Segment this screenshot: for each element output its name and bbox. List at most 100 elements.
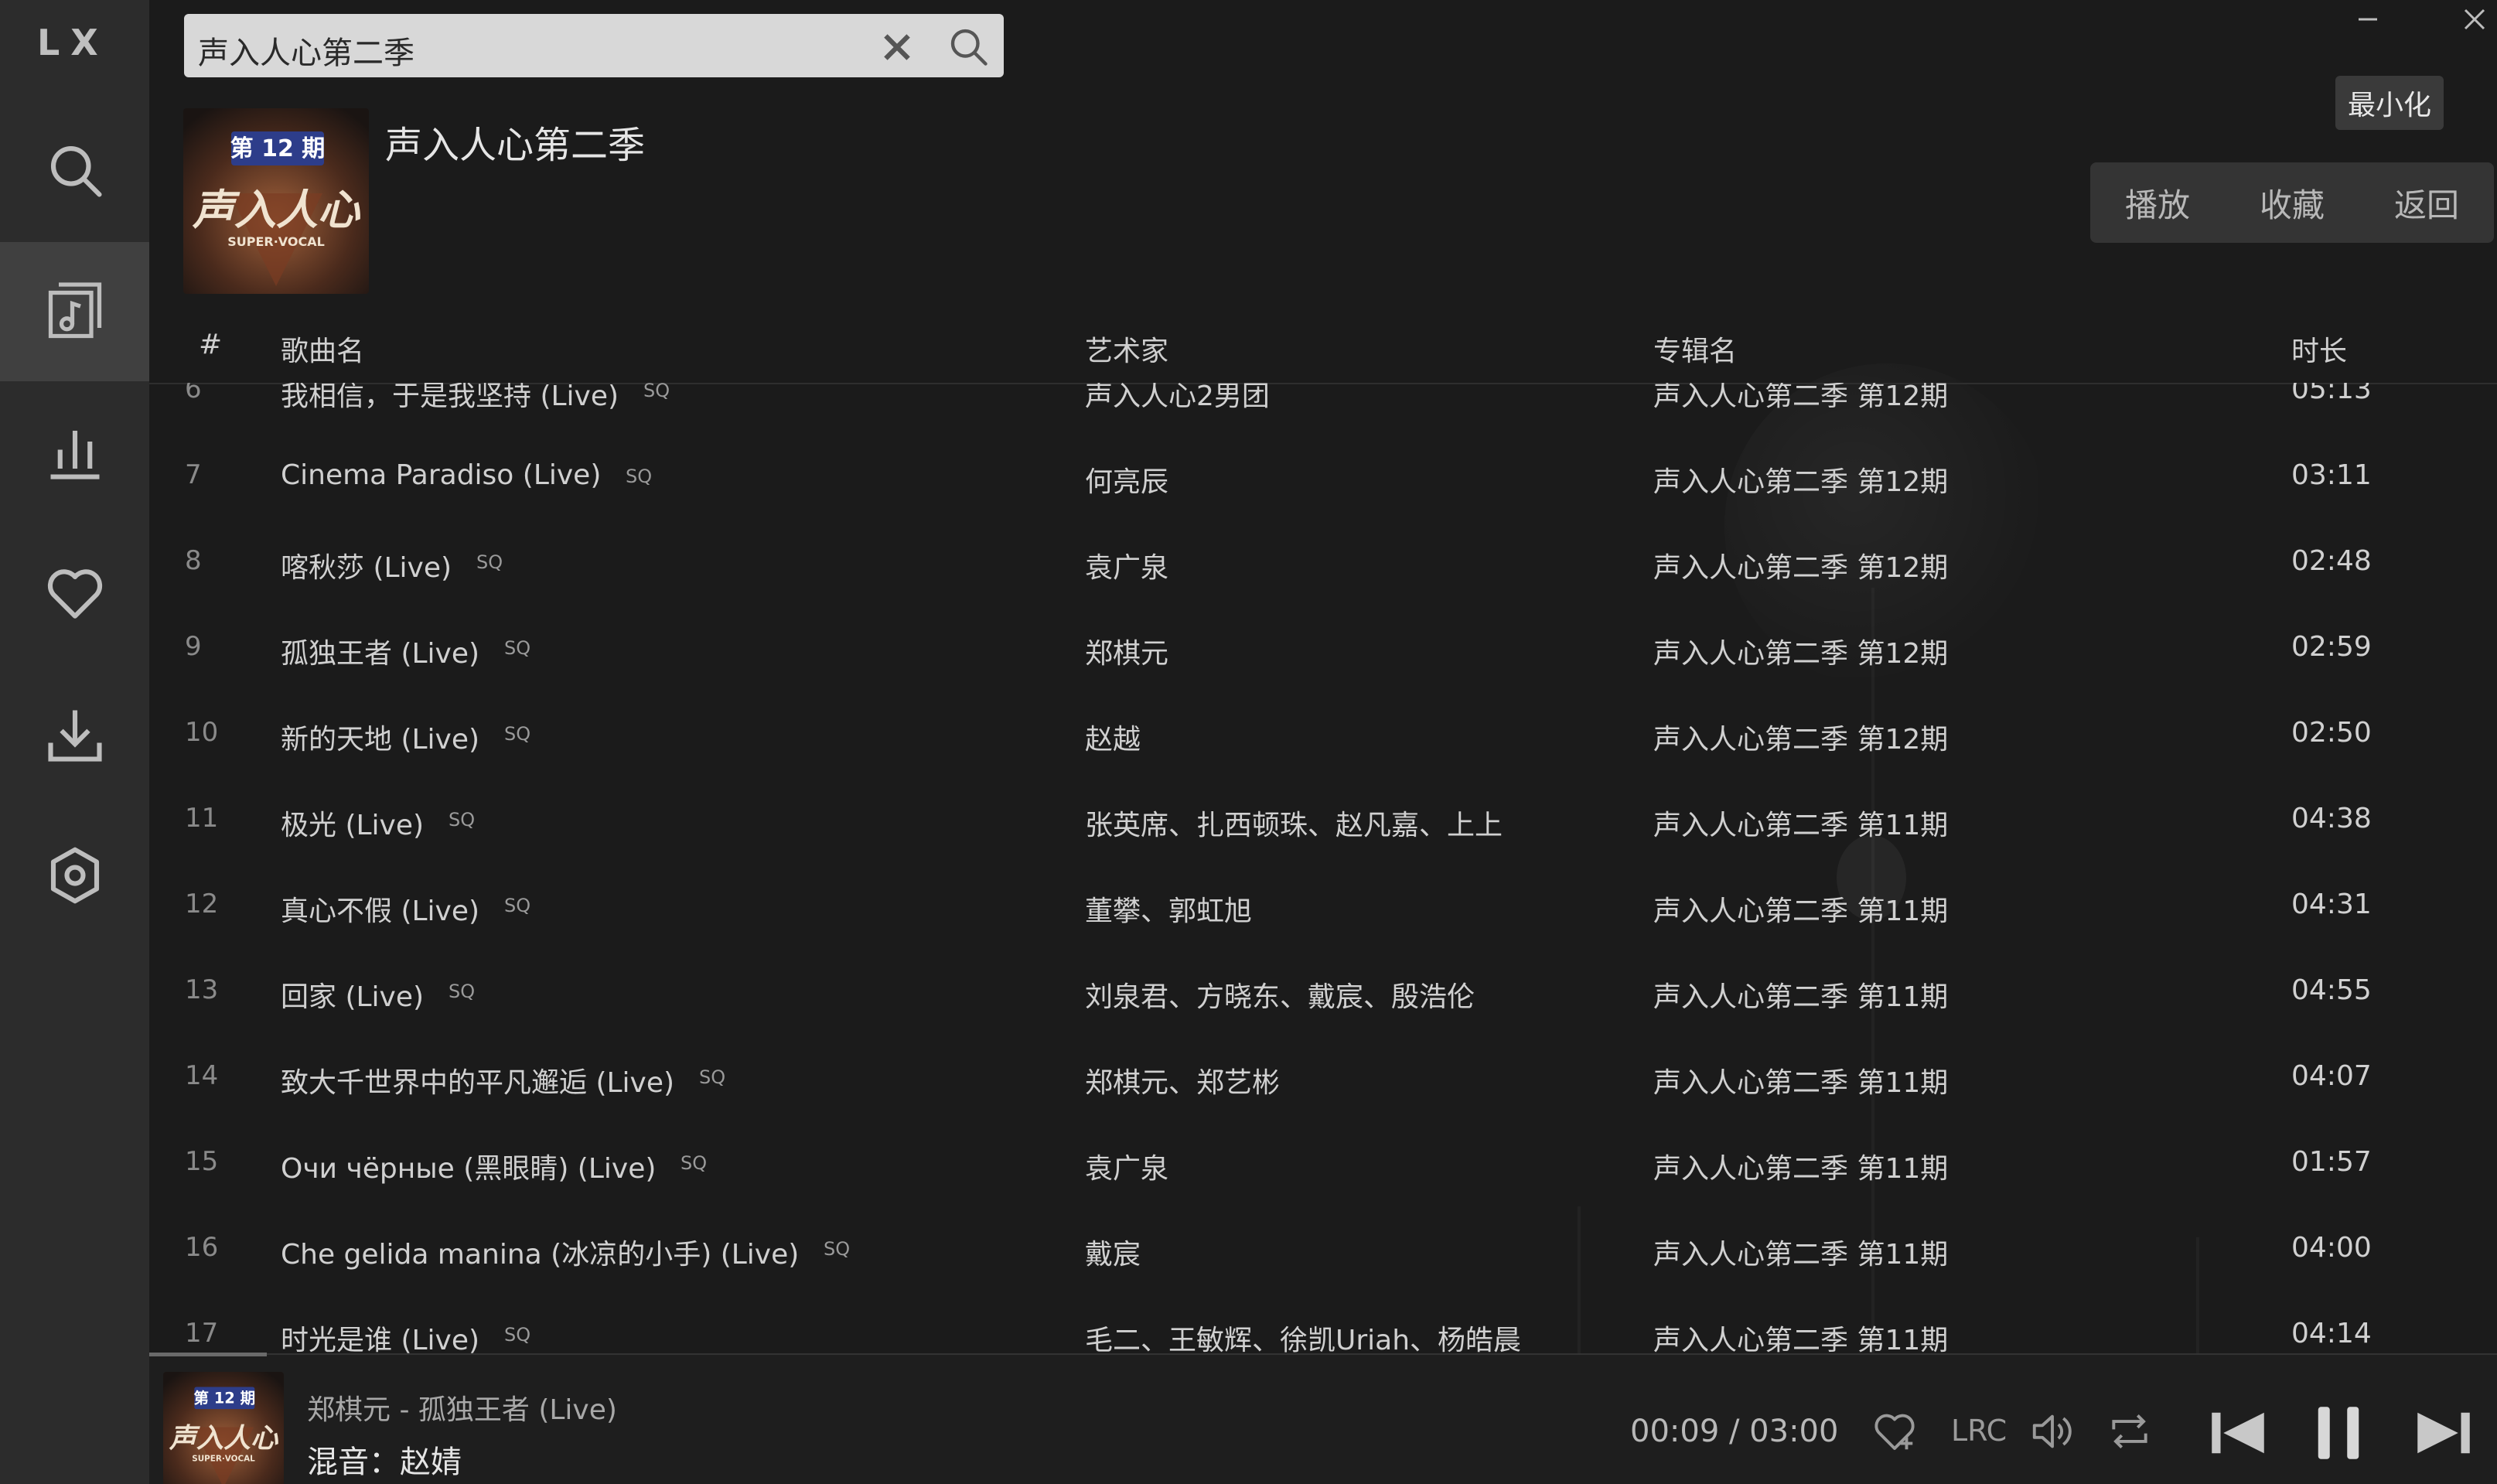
- song-album: 声入人心第二季 第11期: [1653, 810, 1949, 841]
- song-artist: 郑棋元、郑艺彬: [1085, 1067, 1281, 1099]
- search-submit-icon[interactable]: [945, 23, 991, 70]
- song-artist: 赵越: [1085, 724, 1141, 756]
- minimize-button[interactable]: [2345, 0, 2391, 39]
- table-row[interactable]: 9 孤独王者 (Live) SQ 郑棋元 声入人心第二季 第12期 02:59: [149, 609, 2497, 695]
- quality-badge: SQ: [643, 383, 670, 401]
- next-track-icon[interactable]: [2409, 1398, 2478, 1468]
- settings-icon: [50, 847, 99, 904]
- table-row[interactable]: 11 极光 (Live) SQ 张英席、扎西顿珠、赵凡嘉、上上 声入人心第二季 第11期…: [149, 781, 2497, 867]
- sidebar-item-leaderboard[interactable]: [0, 383, 149, 522]
- close-icon: [2464, 9, 2485, 30]
- song-duration: 04:55: [2291, 974, 2372, 1006]
- table-row[interactable]: 15 Очи чёрные (黑眼睛) (Live) SQ 袁广泉 声入人心第二季 第1…: [149, 1124, 2497, 1210]
- song-album: 声入人心第二季 第11期: [1653, 1067, 1949, 1099]
- app-logo: LX: [37, 22, 109, 63]
- collect-button[interactable]: 收藏: [2225, 162, 2359, 243]
- volume-icon[interactable]: [2028, 1407, 2076, 1455]
- player-cover-art: 第 12 期 声入人心 SUPER·VOCAL: [163, 1372, 284, 1484]
- table-row[interactable]: 13 回家 (Live) SQ 刘泉君、方晓东、戴宸、殷浩伦 声入人心第二季 第11期 0…: [149, 953, 2497, 1039]
- playback-progress[interactable]: [149, 1353, 267, 1356]
- row-number: 6: [185, 383, 202, 404]
- heart-icon: [47, 569, 102, 619]
- repeat-icon[interactable]: [2106, 1407, 2154, 1455]
- search-input[interactable]: 声入人心第二季: [198, 28, 414, 73]
- table-row[interactable]: 12 真心不假 (Live) SQ 董攀、郭虹旭 声入人心第二季 第11期 04:31: [149, 867, 2497, 953]
- table-row[interactable]: 17 时光是谁 (Live) SQ 毛二、王敏辉、徐凯Uriah、杨皓晨 声入人心第二季…: [149, 1296, 2497, 1353]
- quality-badge: SQ: [504, 723, 531, 745]
- lyrics-toggle-button[interactable]: LRC: [1951, 1414, 2007, 1448]
- close-window-button[interactable]: [2451, 0, 2497, 39]
- player-bar: 第 12 期 声入人心 SUPER·VOCAL 郑棋元 - 孤独王者 (Live…: [149, 1353, 2497, 1484]
- sidebar-item-songlist[interactable]: [0, 242, 149, 381]
- pause-icon[interactable]: [2304, 1398, 2373, 1468]
- table-row[interactable]: 6 我相信，于是我坚持 (Live) SQ 声入人心2男团 声入人心第二季 第12期 05…: [149, 383, 2497, 438]
- song-album: 声入人心第二季 第12期: [1653, 724, 1949, 756]
- cover-title-text: 声入人心: [192, 186, 361, 234]
- song-duration: 04:07: [2291, 1060, 2372, 1092]
- song-duration: 04:38: [2291, 803, 2372, 834]
- row-number: 10: [185, 717, 219, 748]
- row-number: 11: [185, 803, 219, 834]
- song-artist: 声入人心2男团: [1085, 383, 1270, 412]
- previous-track-icon[interactable]: [2203, 1398, 2273, 1468]
- sidebar-item-download[interactable]: [0, 665, 149, 804]
- table-row[interactable]: 14 致大千世界中的平凡邂逅 (Live) SQ 郑棋元、郑艺彬 声入人心第二季 第11…: [149, 1039, 2497, 1124]
- row-number: 8: [185, 545, 202, 576]
- sidebar: LX: [0, 0, 149, 1484]
- song-artist: 张英席、扎西顿珠、赵凡嘉、上上: [1085, 810, 1503, 841]
- header-artist: 艺术家: [1085, 336, 1169, 367]
- song-title: 回家 (Live): [281, 981, 425, 1013]
- row-number: 13: [185, 974, 219, 1005]
- player-cover-badge-text: 第 12 期: [193, 1389, 255, 1407]
- music-list-icon: [48, 282, 101, 339]
- chart-bars-icon: [50, 431, 99, 479]
- quality-badge: SQ: [626, 466, 653, 487]
- song-duration: 04:31: [2291, 889, 2372, 920]
- quality-badge: SQ: [449, 809, 476, 831]
- song-title: 孤独王者 (Live): [281, 638, 480, 670]
- play-all-button[interactable]: 播放: [2090, 162, 2225, 243]
- sidebar-item-favorites[interactable]: [0, 524, 149, 663]
- back-button[interactable]: 返回: [2359, 162, 2494, 243]
- now-playing-title: 郑棋元 - 孤独王者 (Live): [307, 1394, 617, 1426]
- song-duration: 03:11: [2291, 459, 2372, 491]
- song-artist: 袁广泉: [1085, 552, 1169, 584]
- sidebar-item-settings[interactable]: [0, 806, 149, 945]
- song-title: 极光 (Live): [281, 810, 425, 841]
- search-icon: [50, 145, 102, 197]
- table-row[interactable]: 10 新的天地 (Live) SQ 赵越 声入人心第二季 第12期 02:50: [149, 695, 2497, 781]
- header-num: #: [199, 329, 223, 360]
- app-window: LX 最小化 声入人心第二季 第 12 期 声入人心 SUPER·VOCAL 声…: [0, 0, 2497, 1484]
- table-row[interactable]: 7 Cinema Paradiso (Live) SQ 何亮辰 声入人心第二季 第12期…: [149, 438, 2497, 524]
- quality-badge: SQ: [449, 981, 476, 1002]
- song-duration: 04:00: [2291, 1232, 2372, 1264]
- row-number: 9: [185, 631, 202, 662]
- song-title: 新的天地 (Live): [281, 724, 480, 756]
- song-album: 声入人心第二季 第11期: [1653, 1325, 1949, 1353]
- favorite-heart-icon[interactable]: [1871, 1407, 1919, 1455]
- song-album: 声入人心第二季 第12期: [1653, 383, 1949, 412]
- clear-search-icon[interactable]: [878, 28, 916, 67]
- table-row[interactable]: 8 喀秋莎 (Live) SQ 袁广泉 声入人心第二季 第12期 02:48: [149, 524, 2497, 609]
- song-duration: 02:48: [2291, 545, 2372, 577]
- header-title: 歌曲名: [281, 336, 365, 367]
- row-number: 15: [185, 1146, 219, 1177]
- album-cover: 第 12 期 声入人心 SUPER·VOCAL: [183, 108, 369, 294]
- song-album: 声入人心第二季 第11期: [1653, 1239, 1949, 1271]
- player-cover-sub-text: SUPER·VOCAL: [192, 1455, 255, 1464]
- player-cover[interactable]: 第 12 期 声入人心 SUPER·VOCAL: [163, 1372, 284, 1484]
- table-row[interactable]: 16 Che gelida manina (冰凉的小手) (Live) SQ 戴宸 声入…: [149, 1210, 2497, 1296]
- sidebar-item-search[interactable]: [0, 101, 149, 240]
- song-title: Очи чёрные (黑眼睛) (Live): [281, 1153, 657, 1185]
- song-duration: 04:14: [2291, 1318, 2372, 1349]
- song-album: 声入人心第二季 第12期: [1653, 638, 1949, 670]
- minimize-tooltip: 最小化: [2335, 76, 2444, 130]
- minimize-icon: [2359, 18, 2377, 21]
- song-album: 声入人心第二季 第11期: [1653, 981, 1949, 1013]
- header-album: 专辑名: [1653, 336, 1738, 367]
- album-cover-art: 第 12 期 声入人心 SUPER·VOCAL: [183, 108, 369, 294]
- row-number: 16: [185, 1232, 219, 1263]
- song-album: 声入人心第二季 第12期: [1653, 466, 1949, 498]
- song-title: 喀秋莎 (Live): [281, 552, 452, 584]
- song-title: 致大千世界中的平凡邂逅 (Live): [281, 1067, 675, 1099]
